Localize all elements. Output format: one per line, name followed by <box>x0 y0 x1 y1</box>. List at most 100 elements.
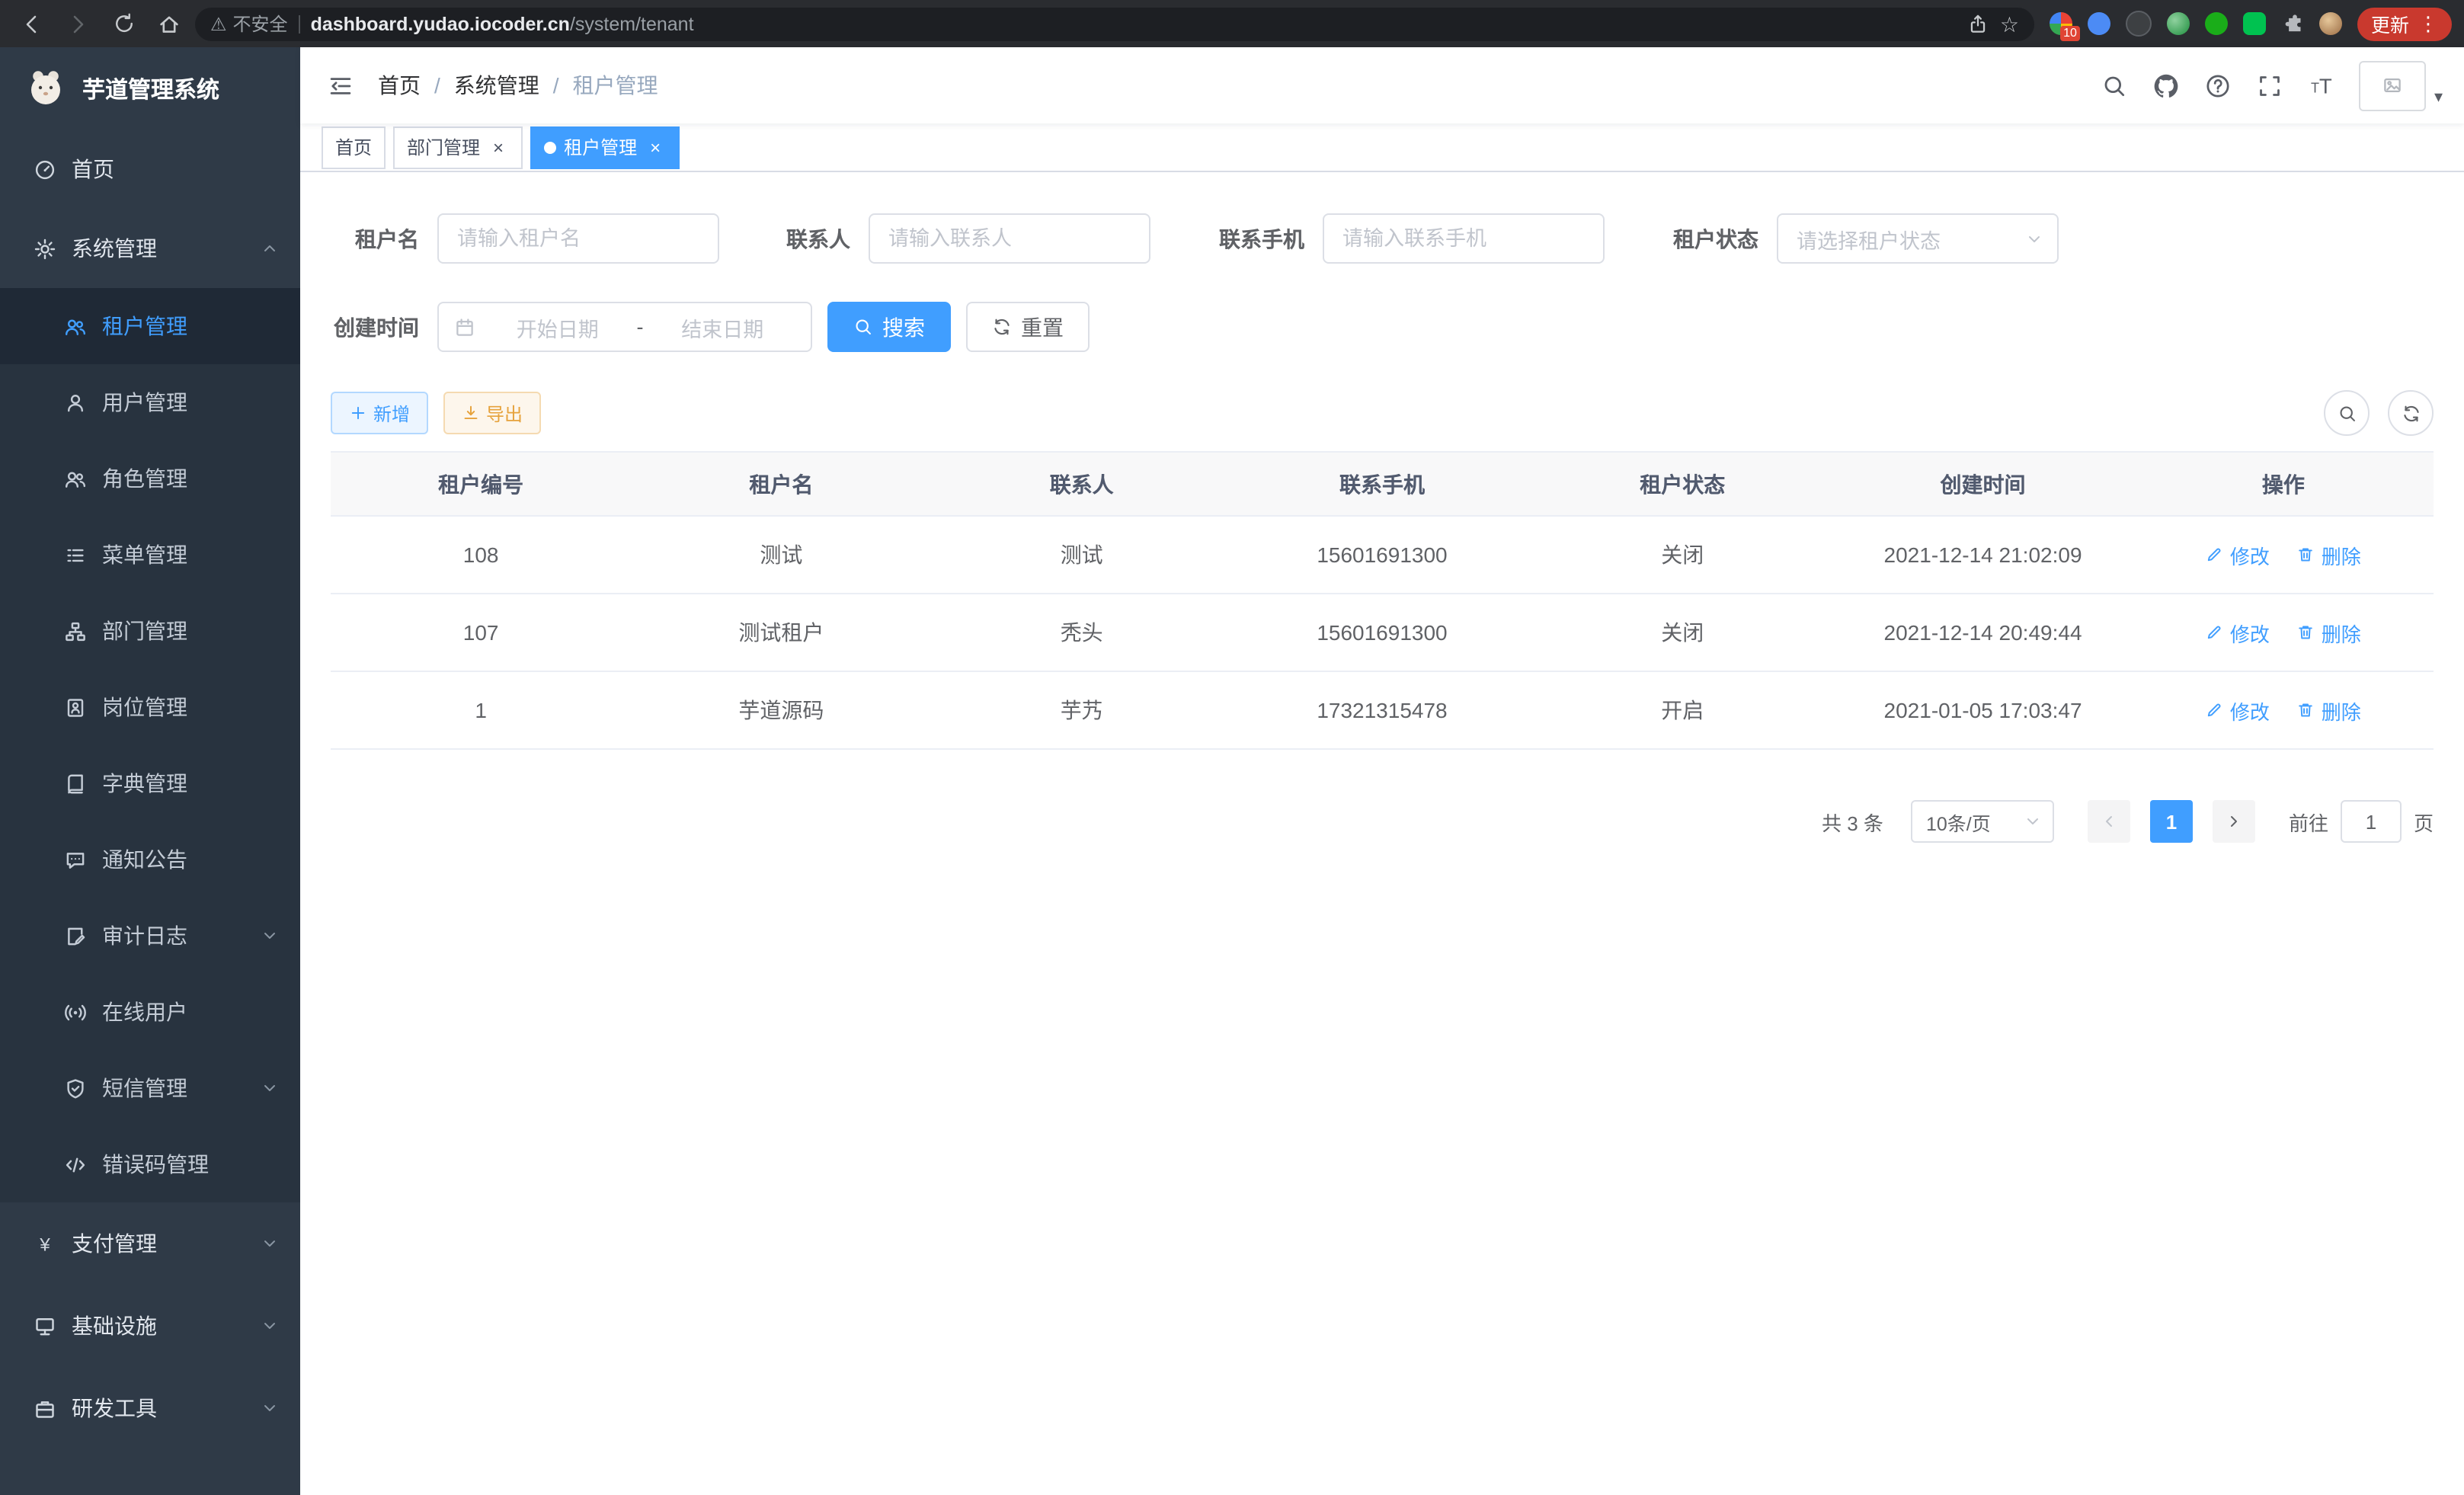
extension-icon-1[interactable]: 10 <box>2050 12 2072 35</box>
sidebar-item-home[interactable]: 首页 <box>0 130 300 209</box>
share-icon[interactable] <box>1968 13 1989 34</box>
system-submenu: 租户管理 用户管理 角色管理 菜单管理 部门管理 <box>0 288 300 1202</box>
prev-page-button[interactable] <box>2088 800 2130 843</box>
help-icon[interactable] <box>2192 47 2244 123</box>
sidebar-item-dict[interactable]: 字典管理 <box>0 745 300 821</box>
sidebar-item-audit[interactable]: 审计日志 <box>0 898 300 974</box>
org-tree-icon <box>64 619 87 642</box>
date-range-picker[interactable]: 开始日期 - 结束日期 <box>437 302 812 352</box>
sidebar-item-errorcode[interactable]: 错误码管理 <box>0 1126 300 1202</box>
font-size-icon[interactable] <box>2296 47 2347 123</box>
close-icon[interactable]: × <box>645 136 666 158</box>
sidebar-item-dept[interactable]: 部门管理 <box>0 593 300 669</box>
close-icon[interactable]: × <box>488 136 509 158</box>
sidebar-item-label: 研发工具 <box>72 1393 261 1423</box>
sidebar-item-post[interactable]: 岗位管理 <box>0 669 300 745</box>
sidebar-collapse-icon[interactable] <box>328 72 354 98</box>
sidebar-item-online[interactable]: 在线用户 <box>0 974 300 1050</box>
extension-icon-5[interactable] <box>2205 12 2228 35</box>
sidebar-item-label: 字典管理 <box>102 768 279 799</box>
sidebar-item-label: 用户管理 <box>102 387 279 418</box>
address-bar[interactable]: ⚠ 不安全 dashboard.yudao.iocoder.cn/system/… <box>195 7 2034 40</box>
sidebar-item-user[interactable]: 用户管理 <box>0 364 300 440</box>
column-header: 创建时间 <box>1832 452 2133 516</box>
cell-contact: 芋艿 <box>932 671 1232 749</box>
chevron-down-icon <box>261 1234 279 1253</box>
delete-link[interactable]: 删除 <box>2297 618 2361 647</box>
filter-create-time: 创建时间 开始日期 - 结束日期 <box>331 302 812 352</box>
sidebar-item-label: 通知公告 <box>102 844 279 875</box>
main-area: 首页 / 系统管理 / 租户管理 ▾ 首页 <box>300 47 2464 1495</box>
page-number-button[interactable]: 1 <box>2150 800 2193 843</box>
sidebar-item-devtool[interactable]: 研发工具 <box>0 1367 300 1449</box>
breadcrumb-item-home[interactable]: 首页 <box>378 70 421 101</box>
status-select[interactable]: 请选择租户状态 <box>1777 213 2059 264</box>
sidebar-item-label: 部门管理 <box>102 616 279 646</box>
sidebar-item-pay[interactable]: 支付管理 <box>0 1202 300 1285</box>
extension-icon-3[interactable] <box>2126 11 2152 37</box>
cell-phone: 15601691300 <box>1232 594 1532 671</box>
browser-reload-button[interactable] <box>104 4 143 43</box>
sidebar-item-infra[interactable]: 基础设施 <box>0 1285 300 1367</box>
chevron-right-icon <box>2225 812 2243 831</box>
edit-link[interactable]: 修改 <box>2206 540 2270 569</box>
browser-forward-button[interactable] <box>58 4 98 43</box>
sidebar-item-role[interactable]: 角色管理 <box>0 440 300 517</box>
reset-button[interactable]: 重置 <box>966 302 1090 352</box>
delete-link[interactable]: 删除 <box>2297 540 2361 569</box>
edit-link[interactable]: 修改 <box>2206 696 2270 725</box>
user-avatar[interactable] <box>2360 60 2427 110</box>
browser-back-button[interactable] <box>12 4 52 43</box>
avatar-caret-down-icon[interactable]: ▾ <box>2434 86 2443 106</box>
search-button[interactable]: 搜索 <box>827 302 951 352</box>
sidebar-item-notice[interactable]: 通知公告 <box>0 821 300 898</box>
extensions-puzzle-icon[interactable] <box>2281 12 2304 35</box>
tab-dept[interactable]: 部门管理 × <box>393 126 523 168</box>
refresh-icon <box>2401 403 2421 423</box>
browser-menu-icon[interactable]: ⋮ <box>2418 11 2438 36</box>
sidebar-item-system[interactable]: 系统管理 <box>0 209 300 288</box>
github-icon[interactable] <box>2140 47 2192 123</box>
chevron-up-icon <box>261 239 279 258</box>
sidebar-item-sms[interactable]: 短信管理 <box>0 1050 300 1126</box>
cell-actions: 修改 删除 <box>2133 671 2434 749</box>
fullscreen-icon[interactable] <box>2244 47 2296 123</box>
contact-input[interactable] <box>869 213 1150 264</box>
button-label: 重置 <box>1021 312 1064 342</box>
extension-icon-2[interactable] <box>2088 12 2110 35</box>
column-header: 操作 <box>2133 452 2434 516</box>
tab-tenant[interactable]: 租户管理 × <box>530 126 680 168</box>
phone-input[interactable] <box>1323 213 1605 264</box>
sidebar-item-label: 错误码管理 <box>102 1149 279 1180</box>
cell-tenant-id: 108 <box>331 516 631 594</box>
sidebar-item-label: 基础设施 <box>72 1311 261 1341</box>
header-search-icon[interactable] <box>2088 47 2140 123</box>
select-placeholder: 请选择租户状态 <box>1797 223 1941 254</box>
security-status[interactable]: ⚠ 不安全 <box>210 11 288 37</box>
page-size-select[interactable]: 10条/页 <box>1911 800 2054 843</box>
edit-link[interactable]: 修改 <box>2206 618 2270 647</box>
tab-home[interactable]: 首页 <box>322 126 386 168</box>
delete-link[interactable]: 删除 <box>2297 696 2361 725</box>
extension-icon-4[interactable] <box>2167 12 2190 35</box>
browser-home-button[interactable] <box>149 4 189 43</box>
toggle-search-button[interactable] <box>2324 390 2370 436</box>
sidebar-item-tenant[interactable]: 租户管理 <box>0 288 300 364</box>
tenant-name-input[interactable] <box>437 213 719 264</box>
announcement-icon <box>64 848 87 871</box>
export-button[interactable]: 导出 <box>443 392 541 434</box>
profile-avatar[interactable] <box>2319 12 2342 35</box>
goto-page-input[interactable] <box>2341 800 2402 843</box>
button-label: 导出 <box>486 400 523 426</box>
breadcrumb-item-system[interactable]: 系统管理 <box>454 70 539 101</box>
refresh-table-button[interactable] <box>2388 390 2434 436</box>
next-page-button[interactable] <box>2213 800 2255 843</box>
extension-icon-6[interactable] <box>2243 12 2266 35</box>
add-button[interactable]: 新增 <box>331 392 428 434</box>
url-text: dashboard.yudao.iocoder.cn/system/tenant <box>311 13 1957 34</box>
chevron-down-icon <box>261 1317 279 1335</box>
bookmark-star-icon[interactable]: ☆ <box>2000 13 2019 34</box>
cell-actions: 修改 删除 <box>2133 594 2434 671</box>
sidebar-item-menu[interactable]: 菜单管理 <box>0 517 300 593</box>
browser-update-button[interactable]: 更新 ⋮ <box>2357 7 2452 40</box>
